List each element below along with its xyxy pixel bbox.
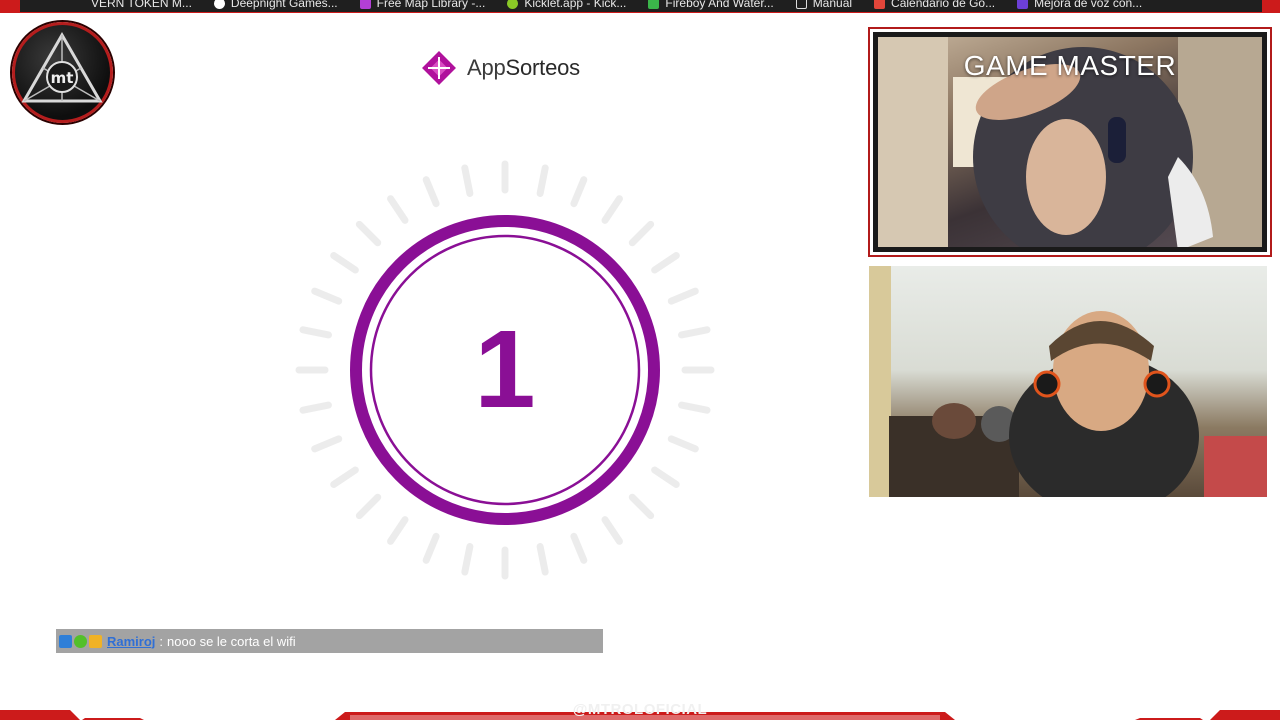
countdown-tick — [651, 466, 680, 488]
countdown-tick — [667, 287, 699, 305]
countdown-tick — [422, 176, 440, 208]
webcam-game-master: GAME MASTER — [868, 27, 1272, 257]
guest-figure — [869, 266, 1267, 497]
countdown-tick — [461, 164, 474, 197]
countdown-tick — [601, 195, 623, 224]
countdown-tick — [311, 435, 343, 453]
chat-message: Ramiroj : nooo se le corta el wifi — [56, 629, 603, 653]
countdown-tick — [536, 164, 549, 197]
bookmark-mejora-voz[interactable]: Mejora de voz con... — [1017, 0, 1142, 10]
countdown-tick — [299, 401, 332, 414]
verified-badge-icon — [59, 634, 72, 648]
bookmark-calendario[interactable]: Calendario de Go... — [874, 0, 995, 10]
countdown-tick — [387, 195, 409, 224]
countdown-tick — [678, 326, 711, 339]
countdown-tick — [536, 543, 549, 576]
countdown-tick — [628, 493, 655, 520]
countdown-tick — [355, 493, 382, 520]
countdown-tick — [422, 532, 440, 564]
voice-icon — [1017, 0, 1029, 9]
webcam-video-host: GAME MASTER — [878, 37, 1262, 247]
countdown-tick — [387, 516, 409, 545]
countdown-tick — [678, 401, 711, 414]
countdown-number: 1 — [474, 308, 536, 431]
countdown-tick — [299, 326, 332, 339]
crown-badge-icon — [89, 634, 102, 648]
countdown-tick — [628, 220, 655, 247]
chat-username[interactable]: Ramiroj — [107, 634, 155, 649]
countdown-tick — [330, 252, 359, 274]
webcam-guest — [869, 266, 1267, 497]
countdown-tick — [461, 543, 474, 576]
countdown-tick — [570, 532, 588, 564]
countdown-tick — [601, 516, 623, 545]
webcam-title: GAME MASTER — [963, 50, 1177, 81]
star-badge-icon — [74, 634, 87, 648]
countdown-tick — [355, 220, 382, 247]
chat-text: nooo se le corta el wifi — [167, 633, 296, 649]
countdown-tick — [667, 435, 699, 453]
countdown-tick — [570, 176, 588, 208]
chat-separator: : — [159, 633, 164, 649]
countdown-tick — [651, 252, 680, 274]
countdown-tick — [311, 287, 343, 305]
calendar-icon — [874, 0, 886, 9]
overlay-frame-top-right — [1262, 0, 1280, 13]
countdown-tick — [330, 466, 359, 488]
channel-watermark: @MTROLOFICIAL — [572, 701, 708, 718]
